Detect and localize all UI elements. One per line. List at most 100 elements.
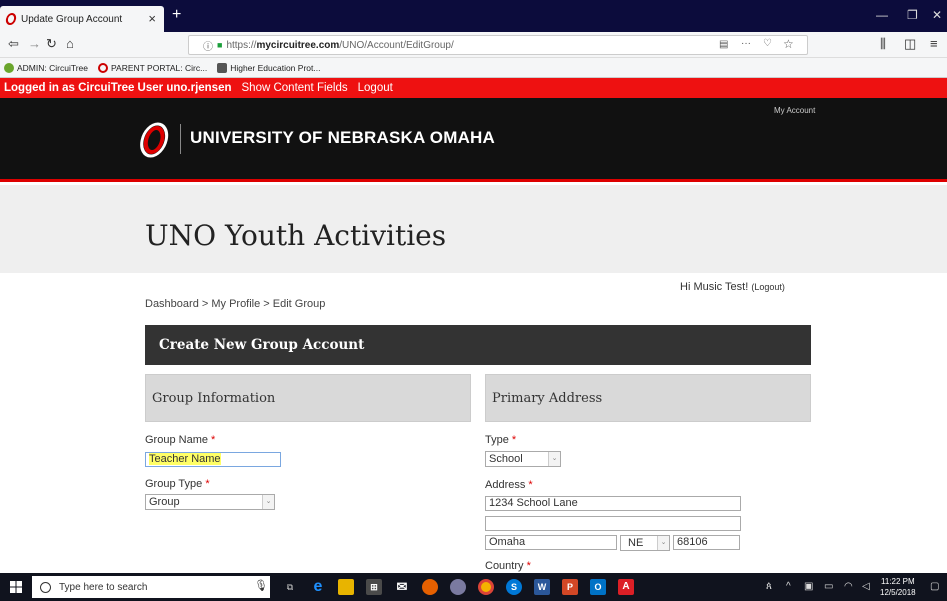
uno-icon — [98, 62, 108, 73]
minimize-icon[interactable]: — — [876, 8, 888, 22]
pocket-icon[interactable]: ♡ — [763, 38, 772, 49]
site-header: UNIVERSITY OF NEBRASKA OMAHA My Account — [0, 98, 947, 182]
clock-time: 11:22 PM — [880, 577, 915, 586]
group-name-field[interactable]: Teacher Name — [145, 452, 281, 467]
required-marker: * — [511, 434, 517, 446]
header-divider — [180, 124, 181, 154]
admin-logout-link[interactable]: Logout — [358, 82, 393, 94]
uno-favicon-icon — [4, 13, 18, 25]
chrome-icon[interactable] — [478, 579, 494, 595]
site-title: UNO Youth Activities — [145, 219, 447, 252]
skype-icon[interactable]: S — [506, 579, 522, 595]
url-bar[interactable]: ⓘ ■ https:// mycircuitree.com /UNO/Accou… — [188, 35, 808, 55]
address-line2-field[interactable] — [485, 516, 741, 531]
info-icon[interactable]: ⓘ — [203, 38, 213, 53]
browser-nav-bar: ⇦ → ↻ ⌂ ⓘ ■ https:// mycircuitree.com /U… — [0, 32, 947, 58]
wifi-icon[interactable]: ◠ — [844, 581, 853, 592]
breadcrumb[interactable]: Dashboard > My Profile > Edit Group — [145, 298, 325, 310]
home-icon[interactable]: ⌂ — [66, 36, 74, 51]
state-select[interactable]: NE ⌄ — [620, 535, 670, 551]
browser-tab[interactable]: Update Group Account × — [0, 6, 164, 32]
address-type-select[interactable]: School ⌄ — [485, 451, 561, 467]
clock-date: 12/5/2018 — [880, 588, 916, 597]
acrobat-icon[interactable]: A — [618, 579, 634, 595]
chevron-down-icon: ⌄ — [548, 452, 560, 466]
word-icon[interactable]: W — [534, 579, 550, 595]
bookmark-parent-portal[interactable]: PARENT PORTAL: Circ... — [98, 62, 207, 73]
restore-icon[interactable]: ❐ — [907, 8, 918, 22]
sidebar-icon[interactable]: ◫ — [904, 36, 916, 52]
new-tab-icon[interactable]: + — [172, 6, 181, 24]
action-center-icon[interactable]: ▢ — [930, 581, 939, 592]
outlook-icon[interactable]: O — [590, 579, 606, 595]
taskbar-search-input[interactable]: Type here to search 🎙 — [32, 576, 270, 598]
zip-field[interactable]: 68106 — [673, 535, 740, 550]
forward-icon[interactable]: → — [28, 36, 41, 51]
windows-start-icon[interactable] — [10, 581, 22, 593]
my-account-link[interactable]: My Account — [774, 106, 815, 115]
paint-icon[interactable] — [450, 579, 466, 595]
city-field[interactable]: Omaha — [485, 535, 617, 550]
required-marker: * — [205, 478, 210, 490]
panel-title: Create New Group Account — [145, 325, 811, 365]
firefox-icon[interactable] — [422, 579, 438, 595]
url-host: mycircuitree.com — [256, 39, 340, 51]
bookmark-higher-ed[interactable]: Higher Education Prot... — [217, 62, 320, 73]
logged-in-text: Logged in as CircuiTree User uno.rjensen — [4, 82, 232, 94]
required-marker: * — [211, 434, 216, 446]
url-protocol: https:// — [226, 39, 257, 51]
group-information-heading: Group Information — [145, 374, 471, 422]
tab-title: Update Group Account — [21, 13, 123, 25]
chevron-up-icon[interactable]: ^ — [786, 581, 791, 592]
windows-taskbar: Type here to search 🎙 ⧉ e ⊞ ✉ S W P O A … — [0, 573, 947, 601]
network-icon[interactable]: ▭ — [824, 581, 833, 592]
people-icon[interactable]: ጰ — [766, 581, 772, 592]
reload-icon[interactable]: ↻ — [46, 36, 57, 52]
page-actions-icon[interactable]: ··· — [741, 38, 751, 49]
greeting-text: Hi Music Test! — [680, 281, 749, 293]
university-name: UNIVERSITY OF NEBRASKA OMAHA — [190, 128, 496, 147]
close-tab-icon[interactable]: × — [148, 11, 156, 26]
chevron-down-icon: ⌄ — [262, 495, 274, 509]
bookmark-star-icon[interactable]: ☆ — [783, 37, 794, 51]
menu-icon[interactable]: ≡ — [930, 36, 938, 51]
edge-icon[interactable]: e — [310, 579, 326, 595]
greeting-logout-link[interactable]: (Logout) — [751, 282, 785, 292]
required-marker: * — [526, 560, 531, 572]
user-greeting: Hi Music Test! (Logout) — [680, 281, 785, 293]
back-icon[interactable]: ⇦ — [8, 36, 19, 52]
bookmark-admin[interactable]: ADMIN: CircuiTree — [4, 62, 88, 73]
library-icon[interactable]: ⫼ — [880, 36, 886, 52]
powerpoint-icon[interactable]: P — [562, 579, 578, 595]
close-window-icon[interactable]: ✕ — [932, 8, 942, 22]
country-label: Country * — [485, 560, 531, 572]
gear-icon — [217, 62, 228, 73]
url-path: /UNO/Account/EditGroup/ — [339, 39, 454, 51]
uno-logo[interactable] — [137, 122, 171, 158]
lock-icon: ■ — [217, 40, 223, 50]
address-line1-field[interactable]: 1234 School Lane — [485, 496, 741, 511]
admin-bar: Logged in as CircuiTree User uno.rjensen… — [0, 78, 947, 98]
store-icon[interactable]: ⊞ — [366, 579, 382, 595]
group-type-select[interactable]: Group ⌄ — [145, 494, 275, 510]
mail-icon[interactable]: ✉ — [394, 579, 410, 595]
task-view-icon[interactable]: ⧉ — [282, 579, 298, 595]
file-explorer-icon[interactable] — [338, 579, 354, 595]
browser-tab-bar: Update Group Account × + — ❐ ✕ — [0, 0, 947, 32]
microphone-icon[interactable]: 🎙 — [254, 579, 268, 592]
primary-address-heading: Primary Address — [485, 374, 811, 422]
type-label: Type * — [485, 434, 517, 446]
chevron-down-icon: ⌄ — [657, 536, 669, 550]
leaf-icon — [4, 62, 14, 73]
address-label: Address * — [485, 479, 533, 491]
taskbar-clock[interactable]: 11:22 PM 12/5/2018 — [880, 576, 916, 598]
outlook-tray-icon[interactable]: ▣ — [804, 581, 813, 592]
show-content-fields-link[interactable]: Show Content Fields — [242, 82, 348, 94]
reader-view-icon[interactable]: ▤ — [719, 39, 728, 50]
bookmarks-bar: ADMIN: CircuiTree PARENT PORTAL: Circ...… — [0, 58, 947, 78]
group-name-label: Group Name * — [145, 434, 216, 446]
cortana-icon — [40, 581, 51, 593]
required-marker: * — [528, 479, 533, 491]
volume-icon[interactable]: ◁ — [862, 581, 870, 592]
group-type-label: Group Type * — [145, 478, 210, 490]
